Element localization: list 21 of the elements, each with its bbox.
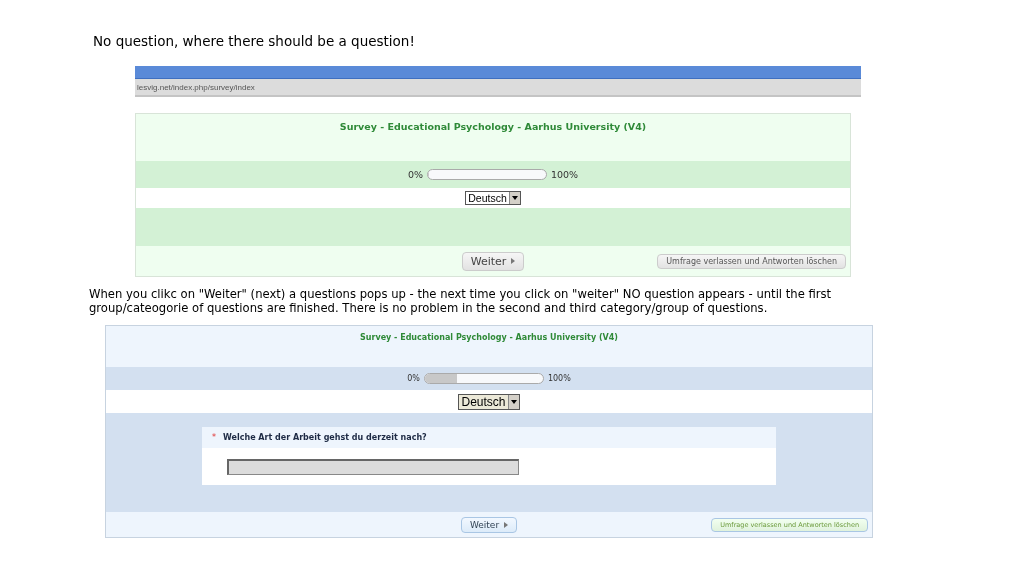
next-button[interactable]: Weiter: [461, 251, 525, 271]
question-text: Welche Art der Arbeit gehst du derzeit nach?: [223, 433, 427, 442]
progress-end-label: 100%: [550, 169, 579, 180]
answer-field[interactable]: [227, 459, 519, 475]
progress-end-label: 100%: [547, 374, 571, 383]
arrow-right-icon: [504, 521, 509, 528]
required-mark: *: [212, 433, 216, 442]
explanation-text: When you clikc on "Weiter" (next) a questions pops up - the next time you click on "weiter" NO question appears - until the first group/cateogorie of questions are finished. There is no problem in the second and third category/group of questions.: [89, 288, 833, 315]
next-button[interactable]: Weiter: [460, 516, 518, 533]
progress-start-label: 0%: [407, 374, 420, 383]
arrow-right-icon: [511, 258, 516, 264]
language-dropdown[interactable]: Deutsch: [458, 393, 520, 410]
survey-title: Survey - Educational Psychology - Aarhus University (V4): [360, 333, 618, 342]
caret-icon: [510, 399, 517, 404]
exit-survey-button[interactable]: Umfrage verlassen und Antworten löschen: [657, 253, 846, 269]
language-dropdown[interactable]: Deutsch: [465, 191, 521, 205]
caret-icon: [511, 196, 518, 200]
survey-title: Survey - Educational Psychology - Aarhus University (V4): [339, 121, 647, 132]
heading: No question, where there should be a question!: [93, 33, 415, 49]
progress-start-label: 0%: [407, 169, 423, 180]
address-bar[interactable]: lesvig.net/index.php/survey/index: [135, 79, 861, 97]
